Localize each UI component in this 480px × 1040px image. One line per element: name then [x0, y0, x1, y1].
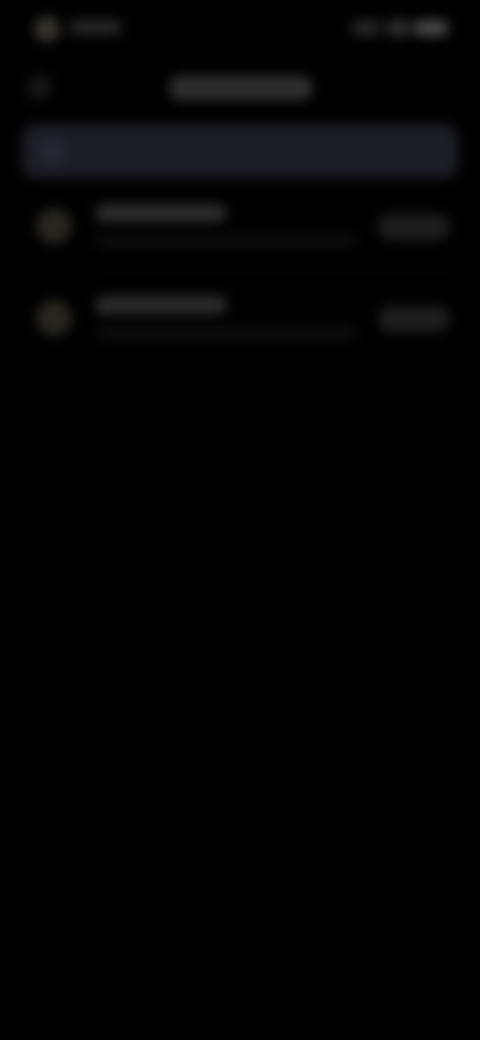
item-action-button[interactable] [378, 214, 450, 240]
item-action-button[interactable] [378, 306, 450, 332]
signal-icon [352, 20, 380, 36]
item-icon [36, 300, 72, 336]
item-title [96, 204, 226, 222]
search-input[interactable] [22, 124, 458, 178]
item-title [96, 296, 226, 314]
status-time [70, 20, 122, 34]
battery-icon [414, 20, 448, 36]
item-subtitle [96, 328, 356, 338]
search-icon [40, 139, 64, 163]
divider [96, 269, 458, 270]
status-bar [0, 0, 480, 56]
item-icon [36, 208, 72, 244]
back-arrow-icon[interactable] [26, 74, 52, 100]
item-subtitle [96, 236, 356, 246]
status-icons [352, 18, 448, 38]
status-avatar-icon [34, 16, 60, 42]
page-title [170, 76, 312, 100]
list-item[interactable] [22, 278, 458, 362]
wifi-icon [386, 20, 410, 36]
list-item[interactable] [22, 186, 458, 270]
header [0, 60, 480, 116]
